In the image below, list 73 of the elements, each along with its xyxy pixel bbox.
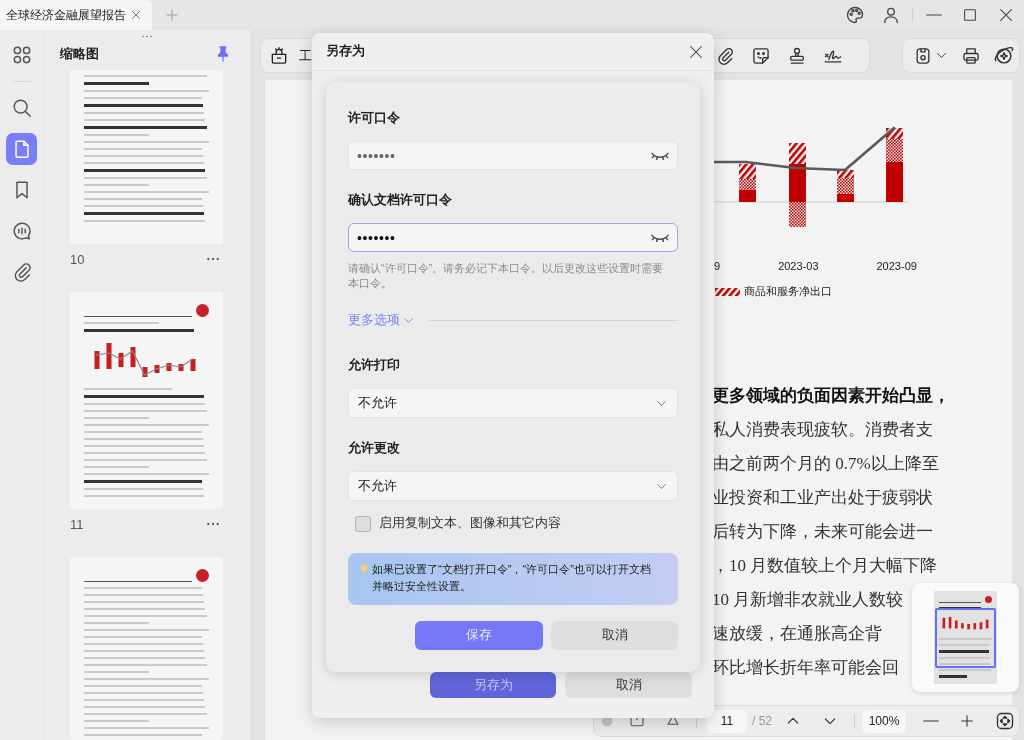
more-icon — [206, 257, 220, 261]
stacked-bar — [739, 164, 756, 202]
checkbox-label: 启用复制文本、图像和其它内容 — [379, 515, 561, 532]
round-logo-icon — [196, 569, 209, 582]
legend-label: 商品和服务净出口 — [744, 284, 832, 299]
print-icon — [960, 45, 981, 66]
drag-handle-icon[interactable] — [141, 35, 153, 38]
page-navigator[interactable] — [912, 583, 1019, 692]
hatch-swatch-icon — [715, 287, 740, 296]
document-tab[interactable]: 全球经济金融展望报告 — [0, 0, 152, 30]
document-text-line: 10 月新增非农就业人数较 — [712, 589, 904, 611]
maximize-icon — [962, 7, 978, 23]
permission-select[interactable]: 不允许 — [348, 388, 678, 418]
eye-closed-icon[interactable] — [651, 233, 669, 242]
chevron-down-icon — [404, 317, 413, 323]
page-thumbnail-drawing[interactable] — [70, 292, 223, 509]
panel-title: 缩略图 — [60, 45, 99, 63]
palette-icon — [845, 5, 865, 25]
paperclip-icon — [715, 45, 735, 66]
document-text-line: 速放缓，在通胀高企背 — [712, 623, 882, 645]
document-text-line: 业投资和工业产出处于疲弱状 — [712, 487, 933, 509]
cancel-button[interactable]: 取消 — [551, 621, 678, 650]
fit-page-button[interactable] — [995, 711, 1015, 731]
close-icon — [688, 43, 704, 60]
chevron-down-icon — [657, 400, 666, 406]
close-icon — [998, 7, 1014, 23]
minus-icon — [923, 720, 939, 722]
permission-select[interactable]: 不允许 — [348, 471, 678, 501]
page-thumbnail-drawing[interactable] — [70, 70, 223, 244]
fit-screen-icon — [995, 711, 1015, 731]
page-thumbnail-drawing[interactable] — [70, 557, 223, 740]
field-label: 允许更改 — [348, 440, 400, 457]
document-text-line: 更多领域的负面因素开始凸显， — [712, 385, 950, 407]
field-label: 确认文档许可口令 — [348, 192, 452, 209]
stacked-bar — [837, 170, 854, 202]
round-logo-icon — [985, 596, 992, 603]
chevron-down-icon — [657, 483, 666, 489]
page-count: / 52 — [752, 714, 773, 728]
dialog-title: 另存为 — [326, 43, 365, 60]
page-number-field[interactable]: 11 — [707, 709, 747, 733]
axis-label: 2023-03 — [778, 260, 819, 272]
document-text-line: ，10 月数值较上个月大幅下降 — [712, 555, 938, 577]
caret-icon — [937, 53, 947, 58]
axis-label: 2023-09 — [876, 260, 917, 272]
axis-label: 9 — [714, 260, 721, 272]
info-text: 如果已设置了“文档打开口令”，“许可口令”也可以打开文档并略过安全性设置。 — [372, 562, 652, 594]
document-text-line: 私人消费表现疲软。消费者支 — [712, 419, 933, 441]
stamp-icon — [787, 45, 807, 66]
document-text-line: 后转为下降，未来可能会进一 — [712, 521, 933, 543]
sticker-icon — [751, 45, 771, 66]
field-label: 许可口令 — [348, 110, 400, 127]
plus-icon — [165, 8, 179, 22]
page-number: 10 — [70, 251, 85, 267]
more-icon — [206, 522, 220, 526]
lightbulb-icon — [360, 564, 368, 576]
eye-closed-icon[interactable] — [651, 151, 669, 160]
viewport-frame[interactable] — [935, 608, 996, 668]
minimize-icon — [926, 14, 942, 16]
round-logo-icon — [196, 304, 209, 317]
cancel-button[interactable]: 取消 — [565, 672, 692, 698]
zoom-field[interactable]: 100% — [862, 709, 906, 733]
field-label: 允许打印 — [348, 357, 400, 374]
toolbox-icon — [269, 45, 289, 66]
password-field[interactable]: ••••••• — [348, 141, 678, 170]
thumbnails-button[interactable] — [6, 133, 37, 165]
password-field[interactable]: ••••••• — [348, 223, 678, 252]
close-icon — [130, 9, 142, 21]
hint-text: 请确认“许可口令”。请务必记下本口令。以后更改这些设置时需要本口令。 — [348, 261, 665, 291]
page-number: 11 — [70, 516, 84, 532]
search-icon — [10, 97, 33, 119]
checkbox[interactable] — [355, 515, 371, 532]
user-icon — [881, 5, 901, 25]
plus-icon — [959, 713, 975, 729]
